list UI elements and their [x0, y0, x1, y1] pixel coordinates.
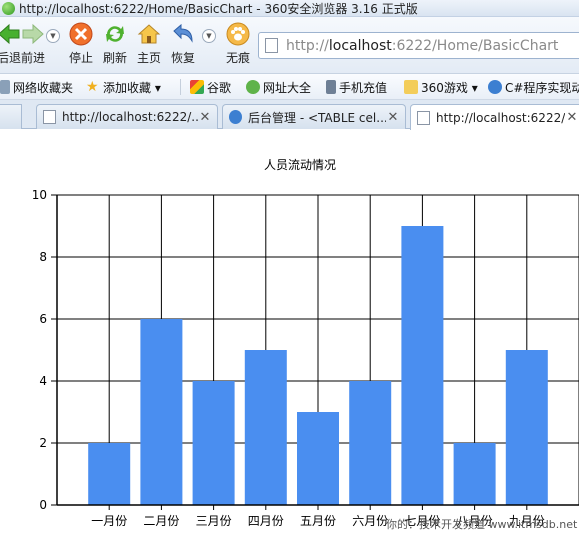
tab-bar: http://localhost:6222/... ✕ 后台管理 - <TABL… [0, 100, 579, 130]
bar [505, 350, 548, 505]
close-icon[interactable]: ✕ [565, 110, 579, 125]
history-dropdown-button[interactable]: ▼ [46, 29, 60, 43]
back-label: 后退 [0, 51, 21, 65]
y-tick-label: 6 [39, 312, 47, 326]
globe-icon [229, 110, 242, 124]
chart-title: 人员流动情况 [264, 158, 336, 172]
stop-icon [68, 21, 94, 47]
page-icon [43, 110, 56, 124]
divider [180, 79, 181, 95]
url-text: http://localhost:6222/Home/BasicChart [286, 37, 559, 54]
bar [244, 350, 287, 505]
incognito-button[interactable]: 无痕 [225, 21, 251, 66]
favorite-link-directory[interactable]: 网址大全 [246, 77, 311, 97]
x-tick-label: 一月份 [91, 514, 127, 528]
favorite-link-google[interactable]: 谷歌 [190, 77, 231, 97]
star-icon: ★ [86, 79, 99, 95]
favorite-folder-360-games[interactable]: 360游戏 ▾ [404, 77, 478, 97]
bar [349, 381, 392, 505]
google-icon [190, 80, 204, 94]
page-content: 人员流动情况 0 2 4 6 8 10 一月份 二月份 三月份 四月份 五月份 六月份 七月份 八月份 九月… [0, 130, 579, 538]
favorite-link-csharp[interactable]: C#程序实现动 [488, 77, 579, 97]
x-tick-label: 五月份 [300, 514, 336, 528]
chevron-down-icon: ▼ [50, 32, 56, 40]
restore-label: 恢复 [170, 51, 195, 65]
close-icon[interactable]: ✕ [198, 110, 212, 125]
y-tick-label: 0 [39, 498, 47, 512]
bar [140, 319, 183, 505]
bar [192, 381, 235, 505]
watermark-text: 你的：技术开发频道 www.itmsdb.net [386, 518, 578, 531]
bar [401, 226, 444, 505]
address-bar[interactable]: http://localhost:6222/Home/BasicChart [258, 32, 579, 59]
page-icon [417, 110, 430, 125]
favorite-link-phone-recharge[interactable]: 手机充值 [326, 77, 387, 97]
x-tick-label: 四月份 [248, 514, 284, 528]
globe-icon [488, 80, 502, 94]
home-button[interactable]: 主页 [136, 21, 162, 66]
x-tick-label: 三月份 [196, 514, 232, 528]
forward-arrow-icon [20, 21, 46, 47]
tab-admin[interactable]: 后台管理 - <TABLE cel... ✕ [222, 104, 406, 129]
window-title: http://localhost:6222/Home/BasicChart - … [19, 1, 418, 16]
favorites-folder-icon [0, 80, 10, 94]
favorites-bar: 网络收藏夹 ★ 添加收藏 ▾ 谷歌 网址大全 手机充值 360游戏 ▾ C#程序… [0, 74, 579, 100]
tab-localhost-active[interactable]: http://localhost:6222/... ✕ [410, 104, 579, 130]
forward-button[interactable]: 前进 [20, 21, 46, 66]
bar [453, 443, 496, 505]
title-bar: http://localhost:6222/Home/BasicChart - … [0, 0, 579, 17]
x-tick-label: 二月份 [143, 514, 179, 528]
undo-arrow-icon [170, 21, 196, 47]
refresh-label: 刷新 [102, 51, 127, 65]
incognito-label: 无痕 [225, 51, 250, 65]
chevron-down-icon: ▼ [206, 32, 212, 40]
navigation-toolbar: 后退 前进 ▼ 停止 刷新 主页 恢复 ▼ 无痕 http://localhos… [0, 17, 579, 74]
tab-list-button[interactable] [0, 104, 22, 129]
home-label: 主页 [136, 51, 161, 65]
phone-icon [326, 80, 336, 94]
bar [297, 412, 339, 505]
back-button[interactable]: 后退 [0, 21, 22, 66]
browser-logo-icon [2, 1, 15, 15]
y-tick-label: 10 [32, 188, 47, 202]
restore-dropdown-button[interactable]: ▼ [202, 29, 216, 43]
back-arrow-icon [0, 21, 22, 47]
bar [88, 443, 131, 505]
y-tick-label: 2 [39, 436, 47, 450]
bar-chart: 人员流动情况 0246810一月份 二月份 三月份 四月份 五月份 六月份 七月份 八月份 九月… [32, 158, 579, 528]
page-icon [265, 38, 278, 53]
folder-icon [404, 80, 418, 94]
tab-localhost-1[interactable]: http://localhost:6222/... ✕ [36, 104, 218, 129]
y-tick-label: 8 [39, 250, 47, 264]
y-tick-label: 4 [39, 374, 47, 388]
restore-button[interactable]: 恢复 [170, 21, 196, 66]
stop-button[interactable]: 停止 [68, 21, 94, 66]
add-favorite-button[interactable]: ★ 添加收藏 ▾ [86, 77, 161, 97]
forward-label: 前进 [20, 51, 45, 65]
paw-icon [225, 21, 251, 47]
refresh-icon [102, 21, 128, 47]
x-tick-label: 六月份 [352, 514, 388, 528]
directory-icon [246, 80, 260, 94]
favorites-folder[interactable]: 网络收藏夹 [0, 77, 73, 97]
refresh-button[interactable]: 刷新 [102, 21, 128, 66]
stop-label: 停止 [68, 51, 93, 65]
home-icon [136, 21, 162, 47]
close-icon[interactable]: ✕ [386, 110, 400, 125]
